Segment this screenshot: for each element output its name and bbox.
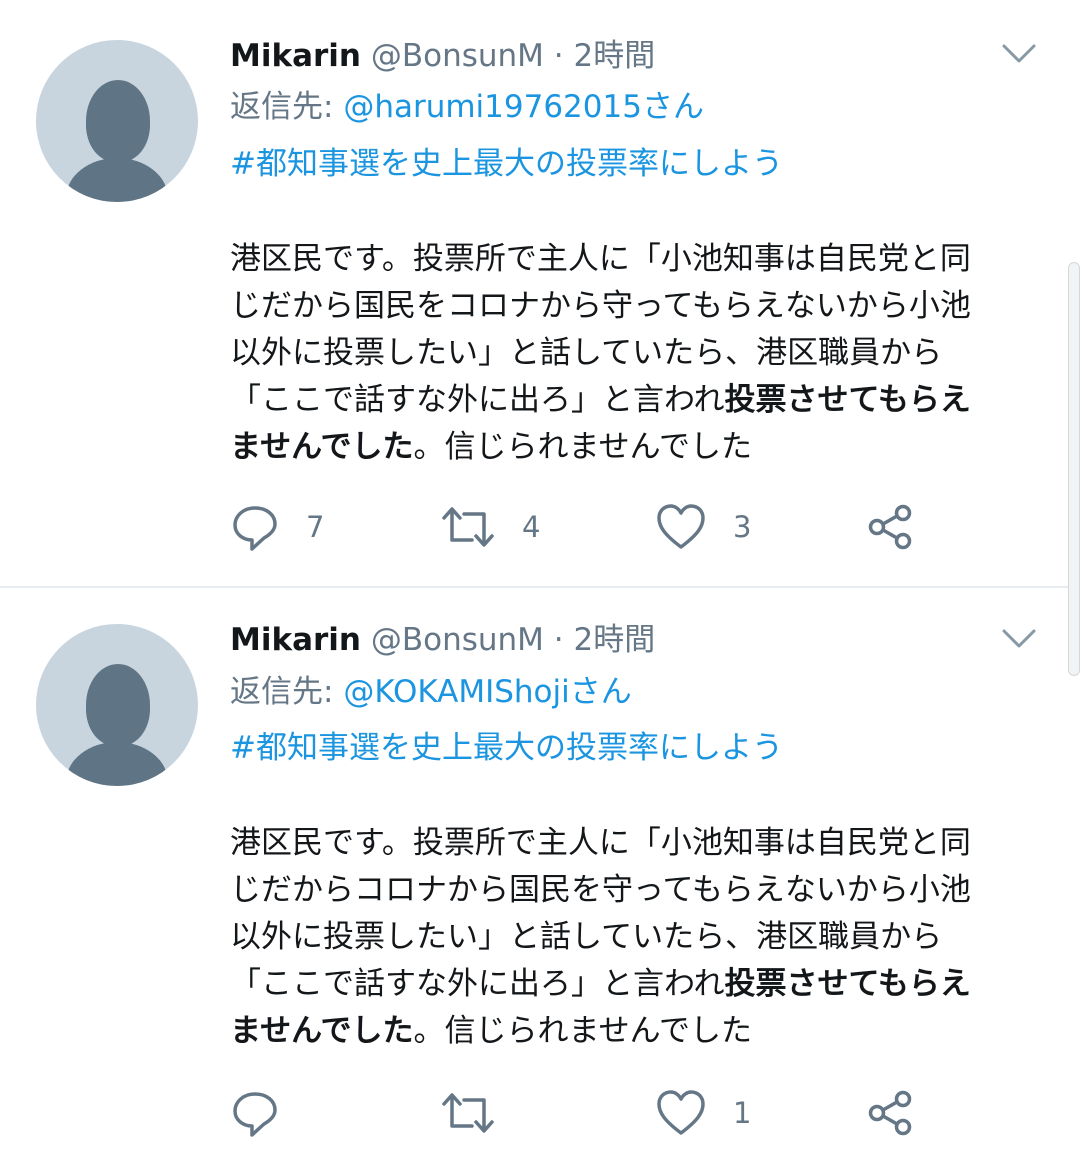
share-button[interactable] — [866, 1088, 916, 1138]
display-name[interactable]: Mikarin — [230, 38, 361, 74]
scrollbar[interactable] — [1068, 262, 1080, 676]
retweet-icon — [440, 1088, 496, 1138]
share-icon — [866, 502, 916, 552]
chevron-down-icon[interactable] — [1002, 629, 1036, 649]
avatar-shoulders — [66, 158, 168, 202]
like-button[interactable]: 3 — [655, 502, 751, 552]
tweet-actions: 1 — [230, 1088, 950, 1138]
reply-icon — [230, 1088, 280, 1138]
reply-mention-link[interactable]: @KOKAMIShojiさん — [343, 674, 631, 710]
reply-prefix: 返信先: — [230, 89, 344, 125]
user-handle[interactable]: @BonsunM — [371, 38, 544, 74]
timestamp[interactable]: 2時間 — [574, 38, 656, 74]
avatar-shoulders — [66, 742, 168, 786]
tweet-divider — [0, 586, 1080, 588]
retweet-button[interactable] — [440, 1088, 522, 1138]
reply-prefix: 返信先: — [230, 674, 344, 710]
avatar-head — [86, 80, 150, 162]
tweet-header: Mikarin @BonsunM · 2時間 — [230, 620, 655, 660]
reply-button[interactable]: 7 — [230, 502, 324, 552]
heart-icon — [655, 502, 707, 552]
hashtag-link[interactable]: #都知事選を史上最大の投票率にしよう — [230, 728, 783, 768]
reply-icon — [230, 502, 280, 552]
separator-dot: · — [553, 622, 564, 658]
share-icon — [866, 1088, 916, 1138]
timestamp[interactable]: 2時間 — [574, 622, 656, 658]
reply-button[interactable] — [230, 1088, 306, 1138]
tweet-text: 港区民です。投票所で主人に「小池知事は自民党と同 じだからコロナから国民を守って… — [230, 820, 1060, 1055]
heart-icon — [655, 1088, 707, 1138]
like-count: 1 — [733, 1096, 752, 1130]
reply-count: 7 — [306, 510, 325, 544]
retweet-icon — [440, 502, 496, 552]
chevron-down-icon[interactable] — [1002, 44, 1036, 64]
user-handle[interactable]: @BonsunM — [371, 622, 544, 658]
tweet-text-end: 。信じられませんでした — [413, 1013, 753, 1049]
like-count: 3 — [733, 510, 752, 544]
reply-context: 返信先: @KOKAMIShojiさん — [230, 672, 632, 712]
display-name[interactable]: Mikarin — [230, 622, 361, 658]
retweet-button[interactable]: 4 — [440, 502, 540, 552]
avatar[interactable] — [36, 40, 198, 202]
avatar[interactable] — [36, 624, 198, 786]
tweet-text: 港区民です。投票所で主人に「小池知事は自民党と同 じだから国民をコロナから守って… — [230, 236, 1060, 471]
hashtag-link[interactable]: #都知事選を史上最大の投票率にしよう — [230, 144, 783, 184]
tweet-actions: 7 4 3 — [230, 502, 950, 552]
share-button[interactable] — [866, 502, 916, 552]
like-button[interactable]: 1 — [655, 1088, 751, 1138]
separator-dot: · — [553, 38, 564, 74]
avatar-head — [86, 664, 150, 746]
retweet-count: 4 — [522, 510, 541, 544]
tweet-header: Mikarin @BonsunM · 2時間 — [230, 36, 655, 76]
reply-mention-link[interactable]: @harumi19762015さん — [343, 89, 704, 125]
reply-context: 返信先: @harumi19762015さん — [230, 87, 704, 127]
tweet-text-end: 。信じられませんでした — [413, 429, 753, 465]
